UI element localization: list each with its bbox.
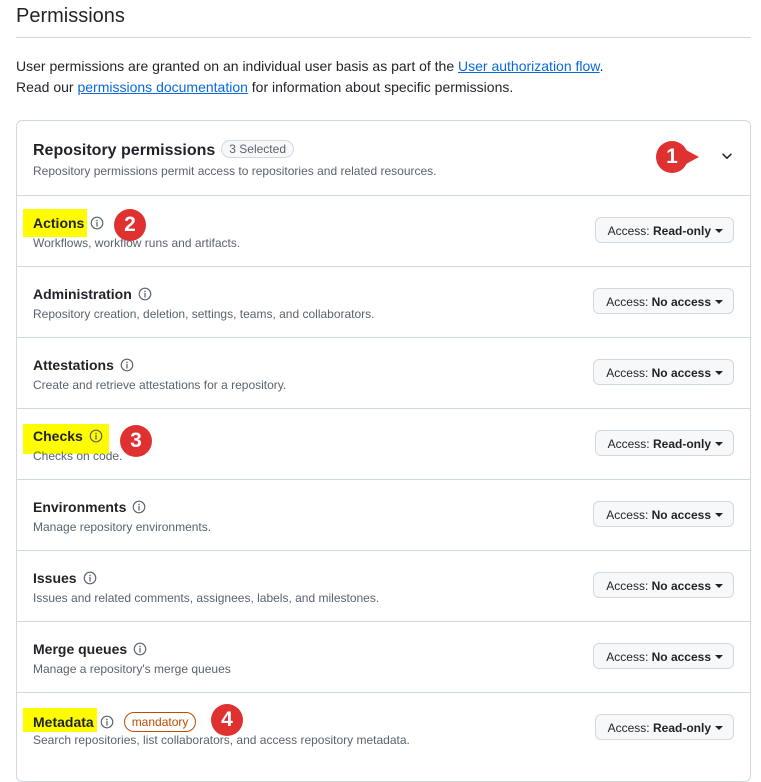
permission-name-text: Merge queues xyxy=(33,641,128,657)
permission-description-issues: Issues and related comments, assignees, … xyxy=(33,591,380,605)
repository-permissions-title-text: Repository permissions xyxy=(33,142,216,159)
annotation-marker-4: 4 xyxy=(211,704,243,736)
info-icon[interactable] xyxy=(100,715,114,729)
permission-row-environments: Environments Manage repository environme… xyxy=(17,480,750,551)
access-dropdown-environments[interactable]: Access: No access xyxy=(593,501,734,527)
repository-permissions-title: Repository permissions 3 Selected xyxy=(33,140,294,160)
permission-row-issues: Issues Issues and related comments, assi… xyxy=(17,551,750,622)
access-value: No access xyxy=(651,508,711,522)
permission-name-text: Administration xyxy=(33,286,132,302)
access-label: Access: xyxy=(606,366,652,380)
access-dropdown-administration[interactable]: Access: No access xyxy=(593,288,734,314)
annotation-marker-3: 3 xyxy=(120,425,152,457)
page-title: Permissions xyxy=(16,0,751,38)
repository-permissions-header[interactable]: Repository permissions 3 Selected Reposit… xyxy=(17,121,750,196)
permission-name-actions: Actions xyxy=(33,215,104,231)
permission-description-environments: Manage repository environments. xyxy=(33,520,212,534)
info-icon[interactable] xyxy=(120,358,134,372)
permission-description-merge-queues: Manage a repository's merge queues xyxy=(33,662,231,676)
permission-name-text: Environments xyxy=(33,499,127,515)
access-label: Access: xyxy=(606,295,652,309)
access-label: Access: xyxy=(607,721,653,735)
permission-name-administration: Administration xyxy=(33,286,152,302)
intro-line1-suffix: . xyxy=(599,58,604,74)
access-dropdown-attestations[interactable]: Access: No access xyxy=(593,359,734,385)
permission-row-administration: Administration Repository creation, dele… xyxy=(17,267,750,338)
permission-description-checks: Checks on code. xyxy=(33,449,123,463)
intro-line1-text: User permissions are granted on an indiv… xyxy=(16,58,459,74)
access-dropdown-actions[interactable]: Access: Read-only xyxy=(594,217,734,243)
permission-description-administration: Repository creation, deletion, settings,… xyxy=(33,307,375,321)
access-value: Read-only xyxy=(652,224,711,238)
permission-name-metadata: Metadata mandatory xyxy=(33,712,197,732)
access-label: Access: xyxy=(607,437,653,451)
access-value: No access xyxy=(651,650,711,664)
access-value: No access xyxy=(651,579,711,593)
info-icon[interactable] xyxy=(138,287,152,301)
triangle-down-icon xyxy=(715,726,723,730)
intro-line2-text: Read our xyxy=(16,79,78,95)
chevron-down-icon[interactable] xyxy=(720,149,734,163)
permissions-documentation-link[interactable]: permissions documentation xyxy=(77,79,247,95)
access-dropdown-merge-queues[interactable]: Access: No access xyxy=(593,643,734,669)
permission-name-issues: Issues xyxy=(33,570,97,586)
access-value: No access xyxy=(651,295,711,309)
triangle-down-icon xyxy=(715,584,723,588)
permission-name-text: Checks xyxy=(33,428,83,444)
permission-description-attestations: Create and retrieve attestations for a r… xyxy=(33,378,287,392)
access-label: Access: xyxy=(606,508,652,522)
permission-row-metadata: Metadata mandatory Search repositories, l… xyxy=(17,693,750,763)
triangle-down-icon xyxy=(715,300,723,304)
repository-permissions-description: Repository permissions permit access to … xyxy=(33,164,437,178)
access-value: Read-only xyxy=(652,437,711,451)
triangle-down-icon xyxy=(715,513,723,517)
access-dropdown-checks[interactable]: Access: Read-only xyxy=(594,430,734,456)
triangle-down-icon xyxy=(715,229,723,233)
access-value: Read-only xyxy=(652,721,711,735)
triangle-down-icon xyxy=(715,442,723,446)
access-label: Access: xyxy=(607,224,653,238)
selected-count-badge: 3 Selected xyxy=(221,140,294,158)
access-dropdown-metadata[interactable]: Access: Read-only xyxy=(594,714,734,740)
permission-row-attestations: Attestations Create and retrieve attesta… xyxy=(17,338,750,409)
triangle-down-icon xyxy=(715,371,723,375)
annotation-marker-2: 2 xyxy=(114,209,146,241)
permission-name-attestations: Attestations xyxy=(33,357,134,373)
access-dropdown-issues[interactable]: Access: No access xyxy=(593,572,734,598)
intro-line2-suffix: for information about specific permissio… xyxy=(247,79,514,95)
permission-name-checks: Checks xyxy=(33,428,103,444)
user-authorization-flow-link[interactable]: User authorization flow xyxy=(458,58,600,74)
intro-text: User permissions are granted on an indiv… xyxy=(16,56,751,98)
permission-name-environments: Environments xyxy=(33,499,146,515)
info-icon[interactable] xyxy=(89,429,103,443)
access-label: Access: xyxy=(606,650,652,664)
access-label: Access: xyxy=(606,579,652,593)
permission-name-text: Attestations xyxy=(33,357,114,373)
info-icon[interactable] xyxy=(132,500,146,514)
permission-name-text: Metadata xyxy=(33,714,94,730)
info-icon[interactable] xyxy=(83,571,97,585)
permission-name-text: Actions xyxy=(33,215,85,231)
permission-row-merge-queues: Merge queues Manage a repository's merge… xyxy=(17,622,750,693)
info-icon[interactable] xyxy=(133,642,147,656)
info-icon[interactable] xyxy=(90,216,104,230)
permission-name-merge-queues: Merge queues xyxy=(33,641,147,657)
access-value: No access xyxy=(651,366,711,380)
permissions-page: Permissions User permissions are granted… xyxy=(16,0,751,782)
annotation-marker-1: 1 xyxy=(656,141,699,173)
permission-name-text: Issues xyxy=(33,570,77,586)
mandatory-badge: mandatory xyxy=(123,712,197,732)
triangle-down-icon xyxy=(715,655,723,659)
